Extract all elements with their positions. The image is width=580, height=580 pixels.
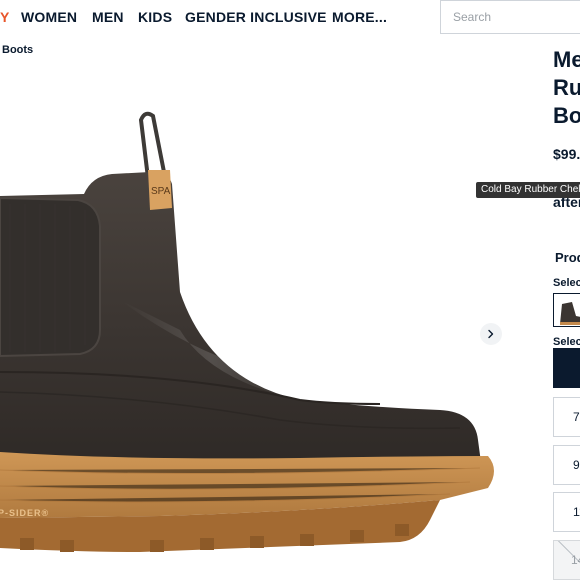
size-label: 14	[571, 553, 580, 567]
size-option-11[interactable]: 11	[553, 492, 580, 532]
size-option-7[interactable]: 7	[553, 397, 580, 437]
size-label: 11	[573, 505, 580, 519]
nav-men[interactable]: MEN	[92, 9, 124, 25]
size-option-9[interactable]: 9	[553, 445, 580, 485]
nav-kids[interactable]: KIDS	[138, 9, 172, 25]
sole-brand-text: P-SIDER®	[0, 508, 49, 518]
select-color-label: Selec	[553, 277, 580, 289]
boot-label-text: SPA	[151, 186, 171, 197]
chevron-right-icon	[488, 329, 494, 339]
brand-logo-fragment[interactable]: Y	[0, 9, 9, 25]
color-swatch[interactable]	[553, 293, 580, 327]
chelsea-boot-image: SPA P-SIDER®	[0, 111, 494, 552]
product-price: $99.	[553, 146, 580, 162]
image-tooltip: Cold Bay Rubber Chelsea	[476, 182, 580, 198]
search-box	[440, 0, 580, 34]
nav-more[interactable]: MORE...	[332, 9, 387, 25]
select-width-label: Selec	[553, 336, 580, 348]
product-title-line-1: Me	[553, 47, 580, 72]
product-section-label: Prod	[555, 250, 580, 265]
size-label: 9	[573, 458, 580, 472]
size-option-14-unavailable[interactable]: 14	[553, 540, 580, 580]
nav-gender-inclusive[interactable]: GENDER INCLUSIVE	[185, 9, 327, 25]
breadcrumb[interactable]: Boots	[2, 44, 33, 56]
product-title-line-2: Ru	[553, 75, 580, 100]
product-title-line-3: Boo	[553, 103, 580, 128]
boot-thumbnail-icon	[560, 302, 580, 325]
next-image-button[interactable]	[480, 323, 502, 345]
product-image[interactable]: SPA P-SIDER®	[0, 58, 520, 580]
top-navigation: Y WOMEN MEN KIDS GENDER INCLUSIVE MORE..…	[0, 0, 580, 38]
nav-women[interactable]: WOMEN	[21, 9, 77, 25]
width-option-selected[interactable]	[553, 348, 580, 388]
size-label: 7	[573, 410, 580, 424]
search-input[interactable]	[441, 1, 580, 33]
